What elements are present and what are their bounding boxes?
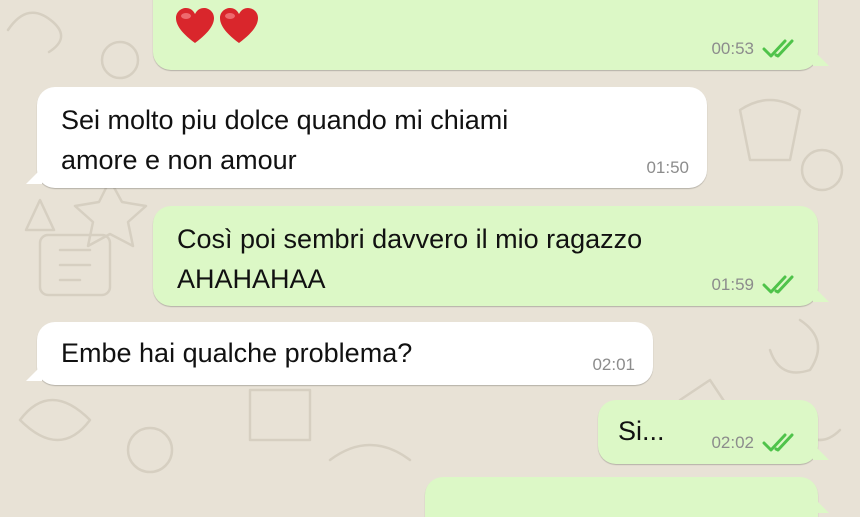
read-double-check-icon — [762, 275, 794, 294]
message-meta: 01:59 — [711, 274, 800, 296]
message-time: 02:01 — [592, 355, 635, 374]
read-double-check-icon — [762, 39, 794, 58]
message-text: Embe hai qualche problema? — [61, 333, 412, 373]
message-bubble-outgoing[interactable]: Così poi sembri davvero il mio ragazzo A… — [153, 206, 829, 306]
message-text: Così poi sembri davvero il mio ragazzo A… — [177, 219, 642, 299]
message-line: amore e non amour — [61, 145, 297, 175]
red-heart-emoji-icon — [220, 8, 258, 43]
message-text: Sei molto piu dolce quando mi chiami amo… — [61, 100, 508, 180]
message-time: 00:53 — [711, 39, 754, 58]
message-time: 02:02 — [711, 433, 754, 452]
message-line: Si... — [618, 416, 665, 446]
message-line: Sei molto piu dolce quando mi chiami — [61, 105, 509, 135]
emoji-row — [175, 8, 259, 46]
message-bubble-incoming[interactable]: Embe hai qualche problema? 02:01 — [26, 322, 653, 385]
message-text: Si... — [618, 411, 665, 451]
message-meta: 02:01 — [592, 355, 635, 375]
message-line: Così poi sembri davvero il mio ragazzo — [177, 224, 643, 254]
message-time: 01:59 — [711, 275, 754, 294]
message-time: 01:50 — [646, 158, 689, 177]
read-double-check-icon — [762, 433, 794, 452]
message-meta: 00:53 — [711, 38, 800, 60]
message-meta: 02:02 — [711, 432, 800, 454]
message-bubble-outgoing-partial[interactable] — [425, 477, 829, 517]
message-bubble-incoming[interactable]: Sei molto piu dolce quando mi chiami amo… — [26, 87, 707, 188]
message-line: AHAHAHAA — [177, 264, 326, 294]
message-line: Embe hai qualche problema? — [61, 338, 413, 368]
message-meta: 01:50 — [646, 158, 689, 178]
message-bubble-outgoing[interactable]: Si... 02:02 — [598, 400, 829, 464]
message-bubble-outgoing[interactable]: 00:53 — [153, 0, 829, 70]
red-heart-emoji-icon — [176, 8, 214, 43]
